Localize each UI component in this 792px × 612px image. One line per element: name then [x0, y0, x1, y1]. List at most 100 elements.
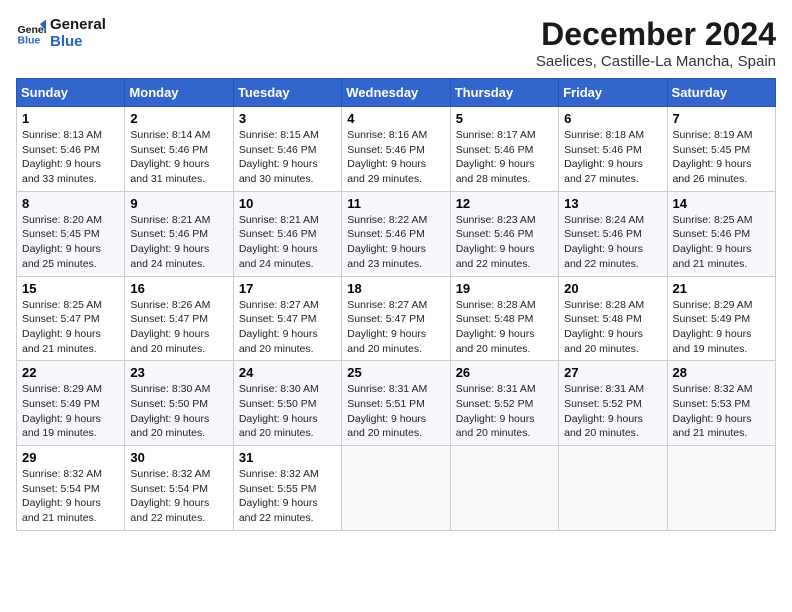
day-number: 23 — [130, 365, 227, 380]
day-number: 18 — [347, 281, 444, 296]
calendar-day-cell: 15Sunrise: 8:25 AMSunset: 5:47 PMDayligh… — [17, 276, 125, 361]
day-info: Sunrise: 8:26 AMSunset: 5:47 PMDaylight:… — [130, 298, 227, 357]
day-info: Sunrise: 8:24 AMSunset: 5:46 PMDaylight:… — [564, 213, 661, 272]
day-number: 24 — [239, 365, 336, 380]
day-info: Sunrise: 8:25 AMSunset: 5:47 PMDaylight:… — [22, 298, 119, 357]
day-number: 12 — [456, 196, 553, 211]
calendar-day-cell: 27 Sunrise: 8:31 AMSunset: 5:52 PMDayligh… — [559, 361, 667, 446]
day-info: Sunrise: 8:30 AMSunset: 5:50 PMDaylight:… — [239, 382, 336, 441]
calendar-body: 1 Sunrise: 8:13 AMSunset: 5:46 PMDaylight… — [17, 107, 776, 531]
day-info: Sunrise: 8:28 AMSunset: 5:48 PMDaylight:… — [564, 298, 661, 357]
calendar-day-cell: 26 Sunrise: 8:31 AMSunset: 5:52 PMDayligh… — [450, 361, 558, 446]
weekday-header-cell: Sunday — [17, 79, 125, 107]
day-info: Sunrise: 8:18 AMSunset: 5:46 PMDaylight:… — [564, 128, 661, 187]
day-number: 17 — [239, 281, 336, 296]
logo-line2: Blue — [50, 33, 106, 50]
day-number: 3 — [239, 111, 336, 126]
month-title: December 2024 — [536, 16, 776, 53]
day-info: Sunrise: 8:31 AMSunset: 5:52 PMDaylight:… — [564, 382, 661, 441]
day-info: Sunrise: 8:32 AMSunset: 5:54 PMDaylight:… — [22, 467, 119, 526]
calendar-day-cell: 14 Sunrise: 8:25 AMSunset: 5:46 PMDayligh… — [667, 191, 775, 276]
day-info: Sunrise: 8:29 AMSunset: 5:49 PMDaylight:… — [673, 298, 770, 357]
day-number: 21 — [673, 281, 770, 296]
location-subtitle: Saelices, Castille-La Mancha, Spain — [536, 53, 776, 70]
day-number: 6 — [564, 111, 661, 126]
day-number: 7 — [673, 111, 770, 126]
calendar-day-cell: 11 Sunrise: 8:22 AMSunset: 5:46 PMDayligh… — [342, 191, 450, 276]
day-info: Sunrise: 8:27 AMSunset: 5:47 PMDaylight:… — [239, 298, 336, 357]
day-info: Sunrise: 8:15 AMSunset: 5:46 PMDaylight:… — [239, 128, 336, 187]
calendar-day-cell: 20 Sunrise: 8:28 AMSunset: 5:48 PMDayligh… — [559, 276, 667, 361]
weekday-header-cell: Saturday — [667, 79, 775, 107]
weekday-header-cell: Tuesday — [233, 79, 341, 107]
weekday-header-cell: Thursday — [450, 79, 558, 107]
page-header: General Blue General Blue December 2024 … — [16, 16, 776, 70]
day-number: 28 — [673, 365, 770, 380]
day-info: Sunrise: 8:31 AMSunset: 5:52 PMDaylight:… — [456, 382, 553, 441]
calendar-day-cell: 29 Sunrise: 8:32 AMSunset: 5:54 PMDayligh… — [17, 446, 125, 531]
day-number: 2 — [130, 111, 227, 126]
day-info: Sunrise: 8:28 AMSunset: 5:48 PMDaylight:… — [456, 298, 553, 357]
day-number: 29 — [22, 450, 119, 465]
calendar-day-cell: 28Sunrise: 8:32 AMSunset: 5:53 PMDayligh… — [667, 361, 775, 446]
calendar-table: SundayMondayTuesdayWednesdayThursdayFrid… — [16, 78, 776, 531]
day-number: 8 — [22, 196, 119, 211]
calendar-day-cell: 16 Sunrise: 8:26 AMSunset: 5:47 PMDayligh… — [125, 276, 233, 361]
day-info: Sunrise: 8:29 AMSunset: 5:49 PMDaylight:… — [22, 382, 119, 441]
day-number: 16 — [130, 281, 227, 296]
calendar-day-cell — [450, 446, 558, 531]
calendar-day-cell: 6 Sunrise: 8:18 AMSunset: 5:46 PMDaylight… — [559, 107, 667, 192]
calendar-day-cell: 2Sunrise: 8:14 AMSunset: 5:46 PMDaylight… — [125, 107, 233, 192]
calendar-day-cell: 19Sunrise: 8:28 AMSunset: 5:48 PMDayligh… — [450, 276, 558, 361]
weekday-header-cell: Wednesday — [342, 79, 450, 107]
calendar-day-cell: 17 Sunrise: 8:27 AMSunset: 5:47 PMDayligh… — [233, 276, 341, 361]
calendar-day-cell: 5 Sunrise: 8:17 AMSunset: 5:46 PMDaylight… — [450, 107, 558, 192]
calendar-day-cell: 31Sunrise: 8:32 AMSunset: 5:55 PMDayligh… — [233, 446, 341, 531]
weekday-header-row: SundayMondayTuesdayWednesdayThursdayFrid… — [17, 79, 776, 107]
calendar-day-cell: 18 Sunrise: 8:27 AMSunset: 5:47 PMDayligh… — [342, 276, 450, 361]
calendar-day-cell: 9Sunrise: 8:21 AMSunset: 5:46 PMDaylight… — [125, 191, 233, 276]
calendar-day-cell — [559, 446, 667, 531]
day-number: 27 — [564, 365, 661, 380]
day-info: Sunrise: 8:32 AMSunset: 5:54 PMDaylight:… — [130, 467, 227, 526]
day-number: 31 — [239, 450, 336, 465]
logo-line1: General — [50, 16, 106, 33]
day-number: 13 — [564, 196, 661, 211]
calendar-week-row: 1 Sunrise: 8:13 AMSunset: 5:46 PMDaylight… — [17, 107, 776, 192]
day-number: 20 — [564, 281, 661, 296]
day-info: Sunrise: 8:30 AMSunset: 5:50 PMDaylight:… — [130, 382, 227, 441]
day-number: 5 — [456, 111, 553, 126]
logo: General Blue General Blue — [16, 16, 106, 50]
calendar-day-cell: 7 Sunrise: 8:19 AMSunset: 5:45 PMDaylight… — [667, 107, 775, 192]
day-info: Sunrise: 8:16 AMSunset: 5:46 PMDaylight:… — [347, 128, 444, 187]
day-info: Sunrise: 8:22 AMSunset: 5:46 PMDaylight:… — [347, 213, 444, 272]
calendar-week-row: 8Sunrise: 8:20 AMSunset: 5:45 PMDaylight… — [17, 191, 776, 276]
day-number: 25 — [347, 365, 444, 380]
calendar-day-cell: 12 Sunrise: 8:23 AMSunset: 5:46 PMDayligh… — [450, 191, 558, 276]
day-info: Sunrise: 8:25 AMSunset: 5:46 PMDaylight:… — [673, 213, 770, 272]
day-number: 11 — [347, 196, 444, 211]
calendar-day-cell: 1 Sunrise: 8:13 AMSunset: 5:46 PMDaylight… — [17, 107, 125, 192]
day-number: 9 — [130, 196, 227, 211]
day-number: 26 — [456, 365, 553, 380]
weekday-header-cell: Friday — [559, 79, 667, 107]
calendar-day-cell: 23 Sunrise: 8:30 AMSunset: 5:50 PMDayligh… — [125, 361, 233, 446]
day-number: 10 — [239, 196, 336, 211]
calendar-day-cell: 24 Sunrise: 8:30 AMSunset: 5:50 PMDayligh… — [233, 361, 341, 446]
day-info: Sunrise: 8:31 AMSunset: 5:51 PMDaylight:… — [347, 382, 444, 441]
calendar-week-row: 22 Sunrise: 8:29 AMSunset: 5:49 PMDayligh… — [17, 361, 776, 446]
svg-text:Blue: Blue — [18, 35, 41, 47]
day-number: 4 — [347, 111, 444, 126]
calendar-day-cell: 13 Sunrise: 8:24 AMSunset: 5:46 PMDayligh… — [559, 191, 667, 276]
weekday-header-cell: Monday — [125, 79, 233, 107]
day-info: Sunrise: 8:17 AMSunset: 5:46 PMDaylight:… — [456, 128, 553, 187]
day-number: 14 — [673, 196, 770, 211]
day-info: Sunrise: 8:13 AMSunset: 5:46 PMDaylight:… — [22, 128, 119, 187]
calendar-day-cell — [342, 446, 450, 531]
day-info: Sunrise: 8:23 AMSunset: 5:46 PMDaylight:… — [456, 213, 553, 272]
calendar-day-cell: 3 Sunrise: 8:15 AMSunset: 5:46 PMDaylight… — [233, 107, 341, 192]
day-info: Sunrise: 8:19 AMSunset: 5:45 PMDaylight:… — [673, 128, 770, 187]
day-number: 1 — [22, 111, 119, 126]
day-info: Sunrise: 8:27 AMSunset: 5:47 PMDaylight:… — [347, 298, 444, 357]
day-number: 22 — [22, 365, 119, 380]
